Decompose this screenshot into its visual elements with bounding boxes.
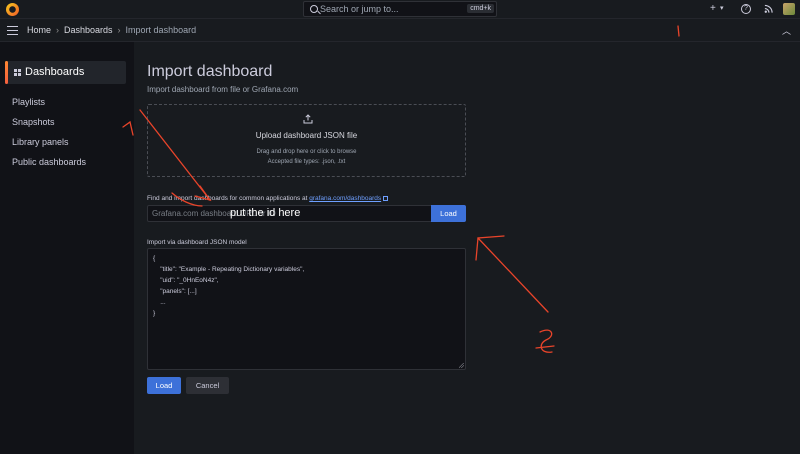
sidebar-item-dashboards[interactable]: Dashboards: [5, 61, 126, 84]
page-title: Import dashboard: [147, 63, 273, 80]
chevron-down-icon[interactable]: ▾: [720, 2, 724, 16]
json-model-textarea[interactable]: { "title": "Example - Repeating Dictiona…: [147, 248, 466, 370]
shortcut-badge: cmd+k: [467, 4, 494, 13]
breadcrumb: Home › Dashboards › Import dashboard: [27, 25, 196, 35]
chevron-up-icon[interactable]: ︿: [782, 24, 791, 37]
dashboard-grid-icon: [14, 69, 21, 76]
add-new-icon[interactable]: +: [710, 2, 716, 16]
find-label-text: Find and import dashboards for common ap…: [147, 195, 308, 202]
breadcrumb-current: Import dashboard: [125, 25, 197, 35]
page-subtitle: Import dashboard from file or Grafana.co…: [147, 85, 299, 94]
grafana-logo-icon[interactable]: [6, 3, 19, 16]
upload-title: Upload dashboard JSON file: [255, 131, 358, 140]
json-line: }: [153, 310, 156, 317]
help-icon[interactable]: ?: [741, 4, 751, 14]
top-bar: Search or jump to... cmd+k + ▾ ?: [0, 0, 800, 19]
breadcrumb-home[interactable]: Home: [27, 25, 51, 35]
json-model-label: Import via dashboard JSON model: [147, 239, 247, 246]
menu-hamburger-icon[interactable]: [7, 26, 18, 35]
cancel-button[interactable]: Cancel: [186, 377, 229, 394]
breadcrumb-separator: ›: [56, 25, 60, 35]
upload-accepted-types: Accepted file types: .json, .txt: [267, 159, 346, 165]
json-line: "title": "Example - Repeating Dictionary…: [153, 266, 305, 273]
sidebar-item-playlists[interactable]: Playlists: [12, 97, 45, 107]
sidebar-item-public-dashboards[interactable]: Public dashboards: [12, 157, 86, 167]
upload-icon: [303, 114, 313, 124]
main-panel: Import dashboard Import dashboard from f…: [134, 42, 800, 454]
search-placeholder: Search or jump to...: [320, 4, 399, 14]
breadcrumb-dashboards[interactable]: Dashboards: [64, 25, 113, 35]
search-icon: [310, 5, 318, 13]
load-id-button[interactable]: Load: [431, 205, 466, 222]
load-button[interactable]: Load: [147, 377, 181, 394]
find-dashboards-label: Find and import dashboards for common ap…: [147, 195, 389, 202]
sidebar-item-library-panels[interactable]: Library panels: [12, 137, 69, 147]
sidebar-item-label: Dashboards: [25, 66, 85, 78]
news-rss-icon[interactable]: [764, 4, 773, 14]
resize-handle-icon[interactable]: [459, 363, 464, 368]
json-line: {: [153, 255, 156, 262]
upload-hint: Drag and drop here or click to browse: [256, 149, 357, 155]
search-bar[interactable]: Search or jump to... cmd+k: [303, 1, 497, 17]
breadcrumb-separator: ›: [117, 25, 121, 35]
sidebar: Dashboards Playlists Snapshots Library p…: [0, 42, 133, 454]
user-avatar[interactable]: [783, 3, 795, 15]
json-line: ...: [153, 299, 166, 306]
json-line: "panels": [...]: [153, 288, 197, 295]
json-line: "uid": "_0HnEoN4z",: [153, 277, 219, 284]
external-link-icon: [383, 195, 389, 201]
upload-dropzone[interactable]: Upload dashboard JSON file Drag and drop…: [147, 104, 466, 177]
sidebar-item-snapshots[interactable]: Snapshots: [12, 117, 55, 127]
grafana-dashboards-link[interactable]: grafana.com/dashboards: [309, 195, 381, 202]
breadcrumb-bar: Home › Dashboards › Import dashboard ︿: [0, 19, 800, 42]
annotation-text: put the id here: [230, 207, 301, 219]
